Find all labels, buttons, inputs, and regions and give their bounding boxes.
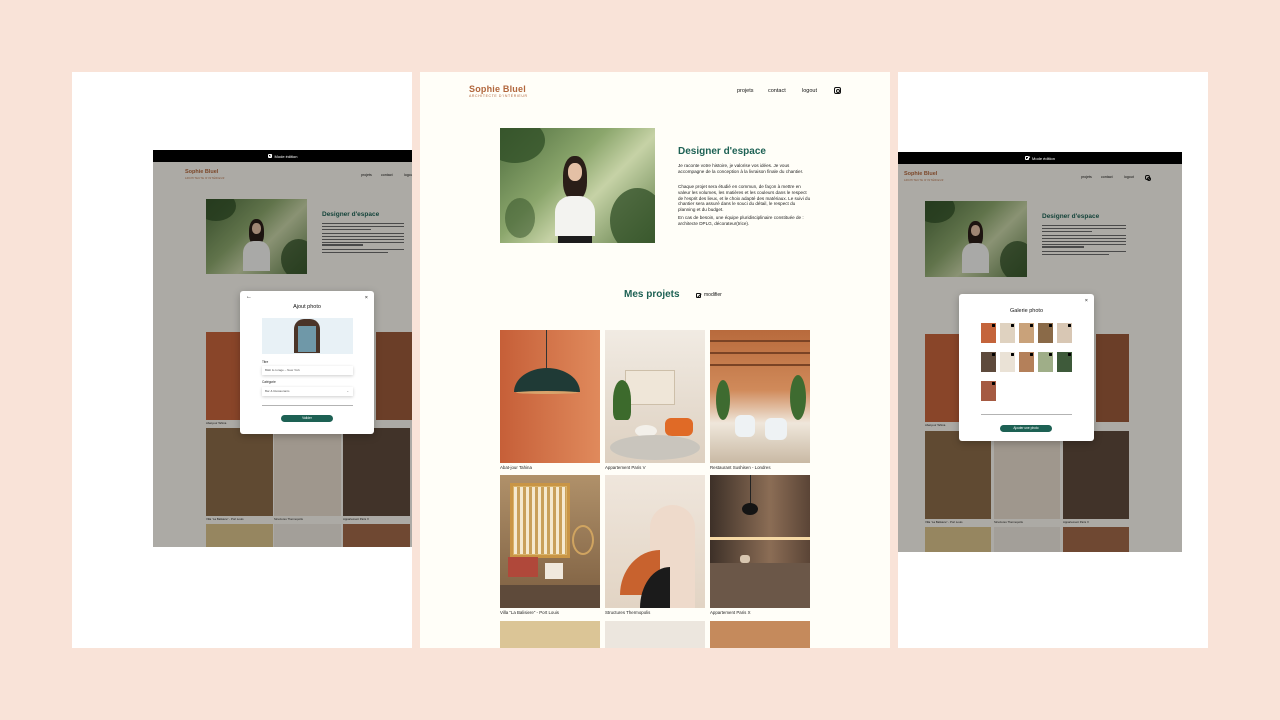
add-photo-modal: ← × Ajout photo Titre Bâtit & curage – N…: [240, 291, 374, 434]
brand-tagline: Architecte d'intérieur: [469, 94, 528, 98]
edit-projects-link[interactable]: modifier: [696, 292, 722, 298]
work-image: [605, 475, 705, 608]
work-caption: Structures Thermopolis: [605, 610, 651, 615]
submit-button[interactable]: Valider: [281, 415, 333, 422]
nav-contact[interactable]: contact: [768, 88, 786, 94]
work-caption: Appartement Paris V: [605, 465, 646, 470]
gallery-thumb: [981, 352, 996, 372]
gallery-thumb: [1000, 323, 1015, 343]
work-image: [605, 621, 705, 648]
work-item[interactable]: Appartement Paris X: [710, 475, 810, 615]
add-photo-button[interactable]: Ajouter une photo: [1000, 425, 1052, 432]
upload-preview[interactable]: [262, 318, 353, 354]
trash-icon[interactable]: [1067, 353, 1071, 357]
work-image: [500, 621, 600, 648]
work-image: [605, 330, 705, 463]
gallery-modal: × Galerie photo Ajouter une photo: [959, 294, 1094, 441]
nav-logout[interactable]: logout: [802, 88, 817, 94]
close-icon[interactable]: ×: [365, 295, 368, 301]
trash-icon[interactable]: [991, 382, 995, 386]
pencil-icon: [696, 292, 701, 298]
edit-label: modifier: [704, 292, 722, 298]
modal-title: Galerie photo: [1009, 308, 1044, 314]
back-arrow-icon[interactable]: ←: [246, 294, 252, 300]
nav-projets[interactable]: projets: [737, 88, 754, 94]
category-value: Bar & Restaurants: [265, 389, 290, 393]
title-field[interactable]: Bâtit & curage – New York: [262, 366, 353, 375]
work-image: [710, 330, 810, 463]
trash-icon[interactable]: [1029, 324, 1033, 328]
edit-mode-label: Mode édition: [1032, 155, 1055, 161]
instagram-icon[interactable]: [834, 87, 841, 94]
trash-icon[interactable]: [991, 353, 995, 357]
work-caption: Villa “La Balisiere” - Port Louis: [500, 610, 559, 615]
trash-icon[interactable]: [1029, 353, 1033, 357]
gallery-thumb: [981, 381, 996, 401]
brand-name[interactable]: Sophie Bluel: [469, 84, 526, 94]
main-site: Sophie Bluel Architecte d'intérieur proj…: [420, 72, 890, 648]
work-item[interactable]: Appartement Paris V: [605, 330, 705, 470]
about-paragraph-3: En cas de besoin, une équipe pluridiscip…: [678, 215, 804, 226]
about-title: Designer d'espace: [678, 146, 766, 157]
work-caption: Restaurant Sushisen - Londres: [710, 465, 771, 470]
modal-title: Ajout photo: [293, 304, 321, 310]
work-item[interactable]: Abat-jour Tahina: [500, 330, 600, 470]
trash-icon[interactable]: [991, 324, 995, 328]
category-select[interactable]: Bar & Restaurants ⌄: [262, 387, 353, 396]
about-paragraph-1: Je raconte votre histoire, je valorise v…: [678, 163, 804, 174]
gallery-thumb: [1057, 352, 1072, 372]
gallery-thumb: [1038, 323, 1053, 343]
portfolio-title: Mes projets: [624, 289, 680, 300]
trash-icon[interactable]: [1010, 353, 1014, 357]
gallery-thumb: [1019, 323, 1034, 343]
pencil-icon: [267, 154, 272, 158]
work-image: [710, 475, 810, 608]
about-paragraph-2: Chaque projet sera étudié en commun, de …: [678, 184, 811, 213]
gallery-thumb: [981, 323, 996, 343]
trash-icon[interactable]: [1048, 324, 1052, 328]
edit-mode-bar[interactable]: Mode édition: [898, 152, 1182, 164]
work-caption: Abat-jour Tahina: [500, 465, 532, 470]
preview-gallery: Mode édition Sophie Bluel Architecte d'i…: [898, 72, 1208, 648]
work-item[interactable]: Restaurant Sushisen - Londres: [710, 330, 810, 470]
work-caption: Appartement Paris X: [710, 610, 751, 615]
preview-add-photo: Mode édition Sophie Bluel Architecte d'i…: [72, 72, 412, 648]
title-label: Titre: [262, 360, 269, 364]
pencil-icon: [1025, 156, 1030, 160]
gallery-thumb: [1000, 352, 1015, 372]
work-image: [500, 475, 600, 608]
gallery-thumb: [1019, 352, 1034, 372]
edit-mode-label: Mode édition: [274, 153, 298, 159]
category-label: Catégorie: [262, 380, 276, 384]
trash-icon[interactable]: [1067, 324, 1071, 328]
edit-mode-bar[interactable]: Mode édition: [153, 150, 412, 162]
work-image: [500, 330, 600, 463]
portrait-photo: [500, 128, 655, 243]
gallery-thumb: [1038, 352, 1053, 372]
work-item[interactable]: Structures Thermopolis: [605, 475, 705, 615]
trash-icon[interactable]: [1010, 324, 1014, 328]
close-icon[interactable]: ×: [1085, 298, 1088, 304]
gallery-thumb: [1057, 323, 1072, 343]
work-image: [710, 621, 810, 648]
chevron-down-icon: ⌄: [346, 389, 349, 393]
work-item[interactable]: Villa “La Balisiere” - Port Louis: [500, 475, 600, 615]
trash-icon[interactable]: [1048, 353, 1052, 357]
